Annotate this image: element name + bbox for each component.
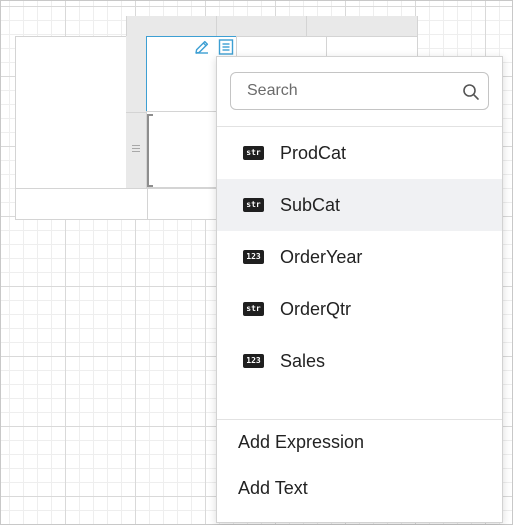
pencil-icon[interactable] (193, 38, 211, 56)
field-list: str ProdCat str SubCat 123 OrderYear str… (217, 127, 502, 387)
row-header-bar[interactable] (126, 36, 147, 188)
string-type-icon: str (243, 198, 264, 212)
field-item-orderyear[interactable]: 123 OrderYear (217, 231, 502, 283)
divider (217, 419, 502, 420)
row-group-cell[interactable] (15, 36, 126, 189)
field-picker-popup: str ProdCat str SubCat 123 OrderYear str… (216, 56, 503, 523)
string-type-icon: str (243, 146, 264, 160)
group-bracket (147, 114, 153, 187)
search-icon[interactable] (462, 83, 480, 101)
add-text-button[interactable]: Add Text (238, 478, 308, 499)
field-label: ProdCat (280, 142, 347, 163)
search-box[interactable] (230, 72, 489, 110)
field-label: SubCat (280, 194, 341, 215)
field-item-subcat[interactable]: str SubCat (217, 179, 502, 231)
field-item-prodcat[interactable]: str ProdCat (217, 127, 502, 179)
properties-icon[interactable] (217, 38, 235, 56)
row-drag-handle[interactable] (132, 144, 140, 152)
column-header-bar[interactable] (126, 16, 418, 37)
add-expression-button[interactable]: Add Expression (238, 432, 364, 453)
string-type-icon: str (243, 302, 264, 316)
field-label: Sales (280, 350, 326, 371)
numeric-type-icon: 123 (243, 250, 264, 264)
field-label: OrderQtr (280, 298, 352, 319)
field-label: OrderYear (280, 246, 363, 267)
numeric-type-icon: 123 (243, 354, 264, 368)
field-item-sales[interactable]: 123 Sales (217, 335, 502, 387)
field-item-orderqtr[interactable]: str OrderQtr (217, 283, 502, 335)
search-input[interactable] (247, 82, 447, 100)
